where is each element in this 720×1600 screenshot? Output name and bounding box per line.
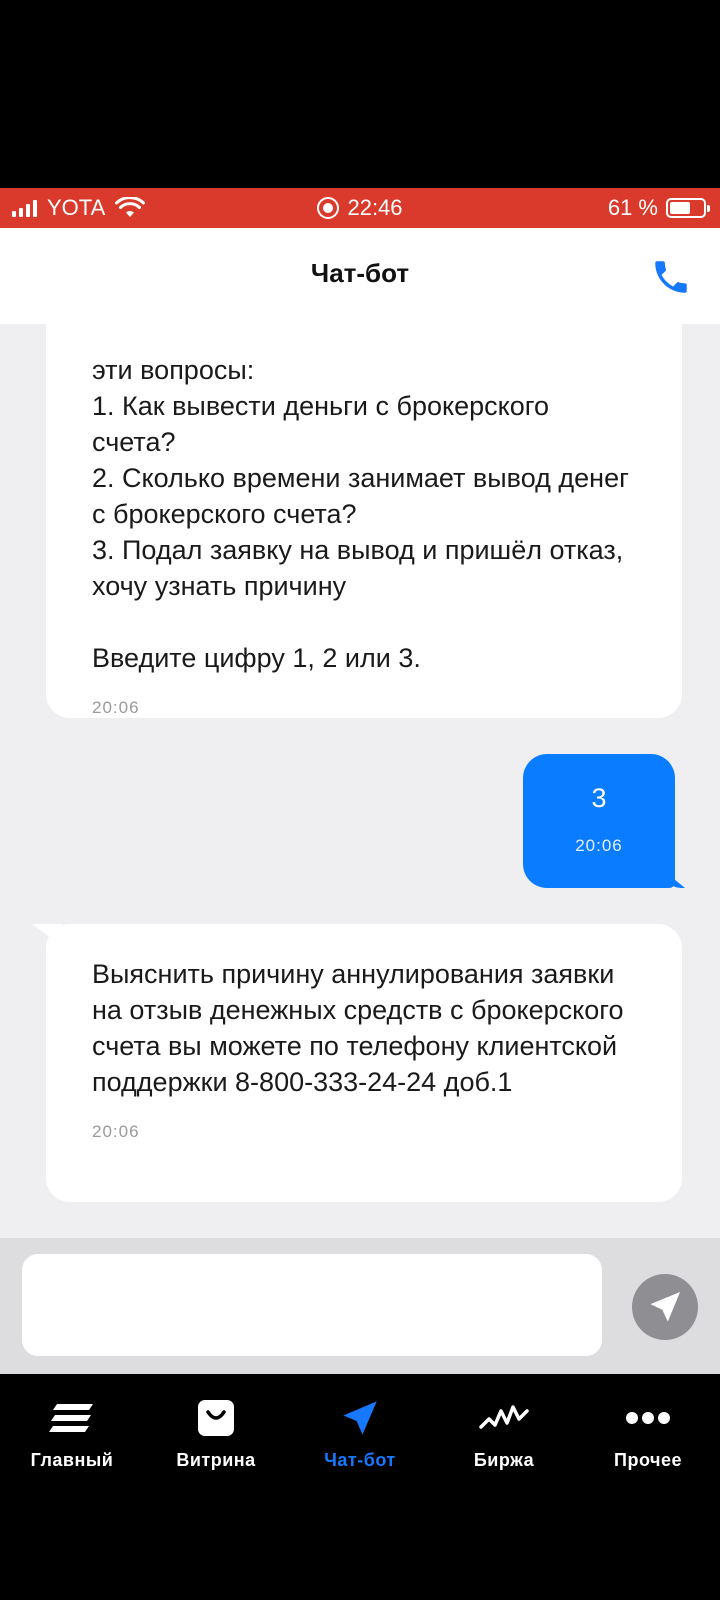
paper-plane-icon [343,1401,377,1435]
message-text: эти вопросы: 1. Как вывести деньги с бро… [92,355,629,673]
shopping-bag-icon [198,1400,234,1436]
more-dots-icon [626,1412,670,1424]
tab-label: Биржа [473,1450,535,1470]
message-input[interactable] [22,1254,602,1356]
tab-main[interactable]: Главный [0,1374,144,1494]
tab-label: Прочее [614,1450,682,1470]
bot-message: эти вопросы: 1. Как вывести деньги с бро… [46,324,682,718]
message-time: 20:06 [92,1122,140,1141]
phone-icon [655,261,687,293]
bottom-tab-bar: Главный Витрина Чат-бот Биржа Прочее [0,1374,720,1600]
tab-exchange[interactable]: Биржа [432,1374,576,1494]
tab-chatbot[interactable]: Чат-бот [288,1374,432,1494]
message-time: 20:06 [575,836,623,855]
send-button[interactable] [632,1274,698,1340]
message-text: Выяснить причину аннулирования заявки на… [92,959,624,1097]
menu-lines-icon [49,1404,93,1432]
bot-message: Выяснить причину аннулирования заявки на… [46,924,682,1202]
pulse-chart-icon [479,1405,529,1429]
app-header: Чат-бот [0,228,720,324]
tab-showcase[interactable]: Витрина [144,1374,288,1494]
message-composer [0,1238,720,1374]
screen-record-icon [317,197,340,219]
message-time: 20:06 [92,698,140,717]
page-title: Чат-бот [310,258,410,288]
battery-percent: 61 % [607,195,658,220]
status-right: 61 % [607,194,710,222]
tab-more[interactable]: Прочее [576,1374,720,1494]
call-button[interactable] [648,254,694,300]
chat-area[interactable]: эти вопросы: 1. Как вывести деньги с бро… [0,324,720,1238]
message-text: 3 [591,783,607,813]
send-icon [650,1291,681,1322]
battery-icon [666,198,710,218]
status-bar: YOTA 22:46 61 % [0,188,720,228]
user-message: 3 20:06 [523,754,675,888]
tab-label: Чат-бот [324,1450,396,1470]
screen-top-area [0,0,720,188]
status-time: 22:46 [347,195,403,220]
tab-label: Витрина [176,1450,256,1470]
tab-label: Главный [30,1450,114,1470]
